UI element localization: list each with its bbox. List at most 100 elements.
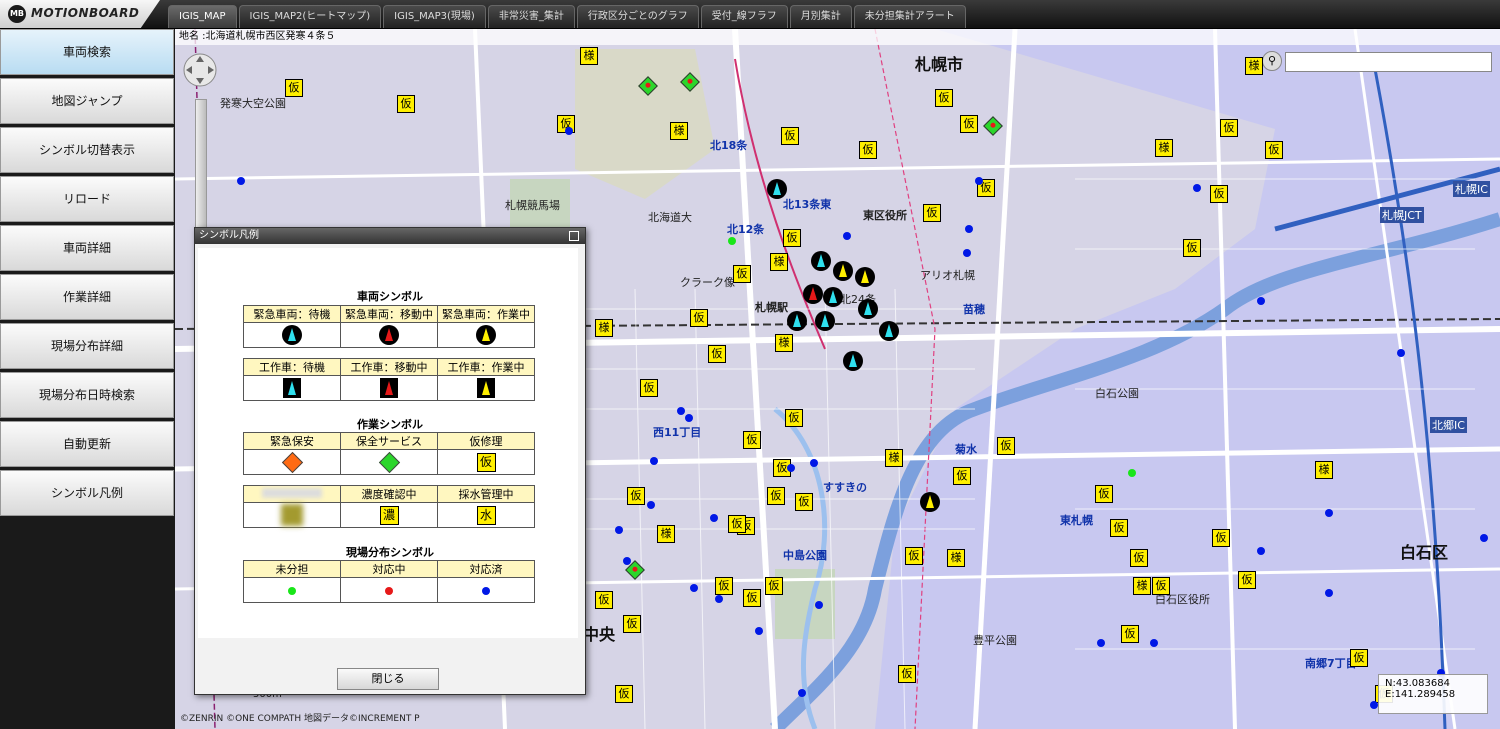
site-unassigned-dot[interactable] bbox=[1128, 469, 1136, 477]
site-marker[interactable]: 仮 bbox=[1212, 529, 1230, 547]
auto-update-button[interactable]: 自動更新 bbox=[0, 421, 174, 467]
work-detail-button[interactable]: 作業詳細 bbox=[0, 274, 174, 320]
site-marker[interactable]: 仮 bbox=[781, 127, 799, 145]
site-done-dot[interactable] bbox=[755, 627, 763, 635]
site-done-dot[interactable] bbox=[615, 526, 623, 534]
site-marker[interactable]: 様 bbox=[770, 253, 788, 271]
site-done-dot[interactable] bbox=[1325, 509, 1333, 517]
site-marker[interactable]: 仮 bbox=[623, 615, 641, 633]
vehicle-search-button[interactable]: 車両検索 bbox=[0, 29, 174, 75]
map-search-input[interactable] bbox=[1285, 52, 1492, 72]
site-done-dot[interactable] bbox=[650, 457, 658, 465]
emergency-vehicle-icon[interactable] bbox=[858, 299, 878, 319]
site-done-dot[interactable] bbox=[685, 414, 693, 422]
emergency-vehicle-icon[interactable] bbox=[787, 311, 807, 331]
site-marker[interactable]: 仮 bbox=[743, 431, 761, 449]
site-marker[interactable]: 仮 bbox=[783, 229, 801, 247]
site-done-dot[interactable] bbox=[1097, 639, 1105, 647]
site-done-dot[interactable] bbox=[1257, 547, 1265, 555]
emergency-vehicle-icon[interactable] bbox=[823, 287, 843, 307]
site-distribution-date-search-button[interactable]: 現場分布日時検索 bbox=[0, 372, 174, 418]
site-marker[interactable]: 仮 bbox=[690, 309, 708, 327]
maximize-icon[interactable] bbox=[569, 231, 579, 241]
site-marker[interactable]: 仮 bbox=[728, 515, 746, 533]
symbol-legend-button[interactable]: シンボル凡例 bbox=[0, 470, 174, 516]
tab-reception-graph[interactable]: 受付_線フラフ bbox=[700, 5, 788, 28]
site-done-dot[interactable] bbox=[963, 249, 971, 257]
site-marker[interactable]: 仮 bbox=[960, 115, 978, 133]
site-marker[interactable]: 様 bbox=[1155, 139, 1173, 157]
site-marker[interactable]: 仮 bbox=[708, 345, 726, 363]
site-marker[interactable]: 仮 bbox=[785, 409, 803, 427]
site-marker[interactable]: 様 bbox=[657, 525, 675, 543]
site-marker[interactable]: 仮 bbox=[859, 141, 877, 159]
tab-igis-map2[interactable]: IGIS_MAP2(ヒートマップ) bbox=[238, 5, 382, 28]
site-marker[interactable]: 仮 bbox=[285, 79, 303, 97]
site-marker[interactable]: 様 bbox=[580, 47, 598, 65]
site-marker[interactable]: 仮 bbox=[1130, 549, 1148, 567]
symbol-toggle-button[interactable]: シンボル切替表示 bbox=[0, 127, 174, 173]
site-marker[interactable]: 仮 bbox=[595, 591, 613, 609]
close-button[interactable]: 閉じる bbox=[337, 668, 439, 690]
search-icon[interactable]: ⚲ bbox=[1262, 51, 1282, 71]
emergency-vehicle-icon[interactable] bbox=[811, 251, 831, 271]
site-done-dot[interactable] bbox=[843, 232, 851, 240]
site-marker[interactable]: 仮 bbox=[997, 437, 1015, 455]
map-jump-button[interactable]: 地図ジャンプ bbox=[0, 78, 174, 124]
emergency-vehicle-icon[interactable] bbox=[843, 351, 863, 371]
site-marker[interactable]: 仮 bbox=[715, 577, 733, 595]
site-marker[interactable]: 仮 bbox=[1095, 485, 1113, 503]
site-marker[interactable]: 仮 bbox=[923, 204, 941, 222]
site-done-dot[interactable] bbox=[1325, 589, 1333, 597]
emergency-vehicle-icon[interactable] bbox=[879, 321, 899, 341]
site-marker[interactable]: 様 bbox=[947, 549, 965, 567]
site-done-dot[interactable] bbox=[715, 595, 723, 603]
site-marker[interactable]: 様 bbox=[1315, 461, 1333, 479]
site-done-dot[interactable] bbox=[1257, 297, 1265, 305]
reload-button[interactable]: リロード bbox=[0, 176, 174, 222]
site-distribution-detail-button[interactable]: 現場分布詳細 bbox=[0, 323, 174, 369]
site-marker[interactable]: 仮 bbox=[767, 487, 785, 505]
tab-igis-map3[interactable]: IGIS_MAP3(現場) bbox=[383, 5, 486, 28]
site-marker[interactable]: 仮 bbox=[1110, 519, 1128, 537]
site-marker[interactable]: 様 bbox=[595, 319, 613, 337]
site-marker[interactable]: 仮 bbox=[765, 577, 783, 595]
site-marker[interactable]: 仮 bbox=[733, 265, 751, 283]
site-marker[interactable]: 仮 bbox=[627, 487, 645, 505]
site-marker[interactable]: 様 bbox=[775, 334, 793, 352]
site-unassigned-dot[interactable] bbox=[728, 237, 736, 245]
tab-disaster-summary[interactable]: 非常災害_集計 bbox=[487, 5, 575, 28]
site-done-dot[interactable] bbox=[798, 689, 806, 697]
site-done-dot[interactable] bbox=[647, 501, 655, 509]
site-marker[interactable]: 仮 bbox=[1220, 119, 1238, 137]
site-done-dot[interactable] bbox=[1397, 349, 1405, 357]
pan-control-icon[interactable] bbox=[183, 53, 217, 87]
site-done-dot[interactable] bbox=[1370, 701, 1378, 709]
emergency-vehicle-icon[interactable] bbox=[815, 311, 835, 331]
emergency-vehicle-icon[interactable] bbox=[803, 284, 823, 304]
site-done-dot[interactable] bbox=[1150, 639, 1158, 647]
site-done-dot[interactable] bbox=[690, 584, 698, 592]
site-done-dot[interactable] bbox=[787, 464, 795, 472]
site-marker[interactable]: 仮 bbox=[1265, 141, 1283, 159]
site-done-dot[interactable] bbox=[965, 225, 973, 233]
site-marker[interactable]: 仮 bbox=[905, 547, 923, 565]
site-marker[interactable]: 仮 bbox=[397, 95, 415, 113]
site-marker[interactable]: 仮 bbox=[1152, 577, 1170, 595]
site-marker[interactable]: 仮 bbox=[640, 379, 658, 397]
site-marker[interactable]: 様 bbox=[670, 122, 688, 140]
emergency-vehicle-icon[interactable] bbox=[920, 492, 940, 512]
site-marker[interactable]: 仮 bbox=[743, 589, 761, 607]
site-marker[interactable]: 仮 bbox=[953, 467, 971, 485]
site-done-dot[interactable] bbox=[710, 514, 718, 522]
tab-monthly-summary[interactable]: 月別集計 bbox=[789, 5, 852, 28]
site-marker[interactable]: 仮 bbox=[1350, 649, 1368, 667]
site-done-dot[interactable] bbox=[565, 127, 573, 135]
tab-district-graph[interactable]: 行政区分ごとのグラフ bbox=[576, 5, 699, 28]
site-marker[interactable]: 様 bbox=[1133, 577, 1151, 595]
dialog-title-bar[interactable]: シンボル凡例 bbox=[195, 228, 585, 244]
site-marker[interactable]: 仮 bbox=[898, 665, 916, 683]
tab-igis-map[interactable]: IGIS_MAP bbox=[168, 5, 237, 28]
site-marker[interactable]: 様 bbox=[1245, 57, 1263, 75]
site-marker[interactable]: 仮 bbox=[1210, 185, 1228, 203]
